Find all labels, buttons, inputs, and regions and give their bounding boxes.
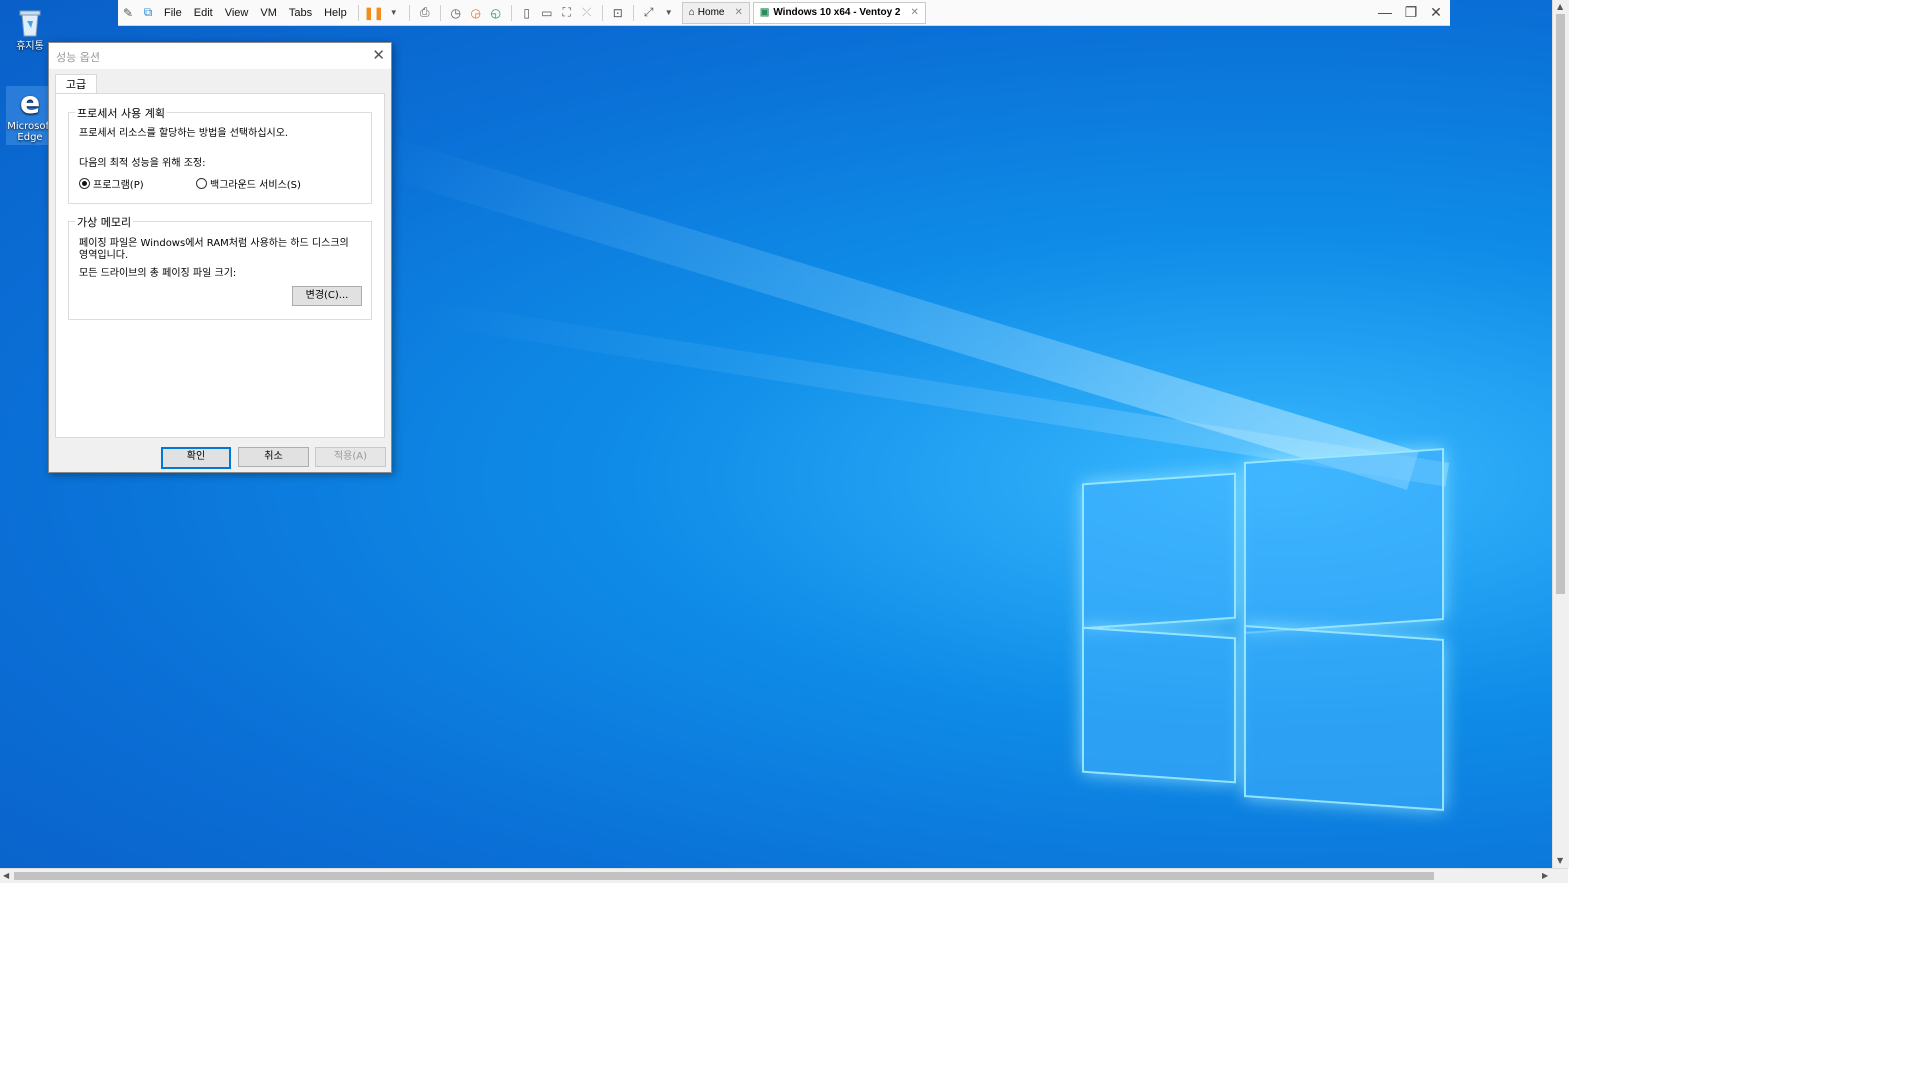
tab-windows-10-vm[interactable]: ▣ Windows 10 x64 - Ventoy 2 ✕ [752, 1, 926, 24]
virtual-memory-description-cont: 영역입니다. [79, 250, 129, 261]
menu-help[interactable]: Help [318, 7, 353, 19]
dialog-titlebar[interactable]: 성능 옵션 ✕ [49, 43, 391, 69]
menu-vm[interactable]: VM [254, 7, 283, 19]
total-paging-size-label: 모든 드라이브의 총 페이징 파일 크기: [79, 268, 237, 279]
tab-label: Home [697, 7, 725, 18]
radio-label: 백그라운드 서비스(S) [210, 180, 301, 191]
minimize-icon[interactable]: — [1374, 2, 1396, 22]
edge-shortcut[interactable]: e Microsoft Edge [6, 86, 54, 145]
pin-icon[interactable]: ✎ [118, 3, 138, 23]
chevron-right-icon[interactable]: ▶ [1542, 871, 1548, 880]
separator [439, 4, 441, 21]
dialog-title: 성능 옵션 [56, 51, 100, 64]
snapshot-icon[interactable]: ◷ [446, 3, 466, 23]
vmware-logo-icon: ⧉ [143, 5, 153, 19]
cancel-button[interactable]: 취소 [238, 447, 309, 467]
group-title: 프로세서 사용 계획 [75, 105, 167, 121]
tab-home[interactable]: ⌂ Home ✕ [681, 1, 750, 24]
close-window-icon[interactable]: ✕ [1425, 2, 1447, 22]
show-library-icon[interactable]: ▯ [517, 3, 537, 23]
separator [510, 4, 512, 21]
close-icon[interactable]: ✕ [372, 46, 385, 64]
tab-advanced[interactable]: 고급 [55, 74, 97, 95]
ok-button[interactable]: 확인 [161, 447, 231, 469]
recycle-bin-icon [14, 6, 46, 38]
pause-icon[interactable]: ❚❚ [364, 3, 384, 23]
scrollbar-thumb[interactable] [14, 872, 1434, 880]
separator [408, 4, 410, 21]
vmware-toolbar: ✎ ⧉ File Edit View VM Tabs Help ❚❚ ▼ ⎙ ◷… [118, 0, 1450, 26]
processor-description: 프로세서 리소스를 할당하는 방법을 선택하십시오. [79, 128, 289, 139]
unity-icon[interactable]: ⤫ [577, 3, 597, 23]
radio-programs[interactable]: 프로그램(P) [79, 176, 144, 191]
desktop-icon-label: 휴지통 [16, 41, 44, 52]
separator [601, 4, 603, 21]
send-ctrl-alt-del-icon[interactable]: ⎙ [415, 3, 435, 23]
menu-edit[interactable]: Edit [188, 7, 219, 19]
change-button[interactable]: 변경(C)... [292, 286, 362, 306]
windows-logo-pane [1244, 448, 1444, 634]
windows-logo-pane [1082, 626, 1236, 784]
performance-options-dialog: 성능 옵션 ✕ 고급 프로세서 사용 계획 프로세서 리소스를 할당하는 방법을… [48, 42, 392, 473]
tab-label: Windows 10 x64 - Ventoy 2 [773, 7, 901, 18]
separator [632, 4, 634, 21]
apply-button[interactable]: 적용(A) [315, 447, 386, 467]
home-icon: ⌂ [688, 7, 695, 18]
radio-unselected-icon [196, 178, 207, 189]
vertical-scrollbar[interactable]: ▲ ▼ [1552, 0, 1569, 868]
close-icon[interactable]: ✕ [911, 7, 919, 18]
stretch-icon[interactable]: ⤢ [639, 3, 659, 23]
virtual-memory-group: 가상 메모리 페이징 파일은 Windows에서 RAM처럼 사용하는 하드 디… [68, 214, 372, 320]
chevron-down-icon[interactable]: ▼ [1557, 856, 1563, 865]
scrollbar-thumb[interactable] [1556, 14, 1565, 594]
edge-icon: e [14, 86, 46, 121]
console-icon[interactable]: ⊡ [608, 3, 628, 23]
radio-label: 프로그램(P) [93, 180, 144, 191]
menu-view[interactable]: View [219, 7, 255, 19]
restore-icon[interactable]: ❐ [1400, 2, 1422, 22]
chevron-down-icon[interactable]: ▼ [659, 3, 679, 23]
chevron-left-icon[interactable]: ◀ [3, 871, 9, 880]
processor-scheduling-group: 프로세서 사용 계획 프로세서 리소스를 할당하는 방법을 선택하십시오. 다음… [68, 105, 372, 204]
full-screen-icon[interactable]: ⛶ [557, 3, 577, 23]
snapshot-manager-icon[interactable]: ◵ [486, 3, 506, 23]
windows-logo-pane [1244, 625, 1444, 811]
chevron-up-icon[interactable]: ▲ [1557, 2, 1563, 11]
horizontal-scrollbar[interactable]: ◀ ▶ [0, 868, 1568, 883]
group-title: 가상 메모리 [75, 214, 134, 230]
chevron-down-icon[interactable]: ▼ [384, 3, 404, 23]
tab-panel: 프로세서 사용 계획 프로세서 리소스를 할당하는 방법을 선택하십시오. 다음… [55, 93, 385, 438]
vm-icon: ▣ [759, 7, 770, 18]
windows-logo-pane [1082, 472, 1236, 630]
revert-snapshot-icon[interactable]: ◶ [466, 3, 486, 23]
radio-background-services[interactable]: 백그라운드 서비스(S) [196, 176, 301, 191]
thumbnail-bar-icon[interactable]: ▭ [537, 3, 557, 23]
adjust-label: 다음의 최적 성능을 위해 조정: [79, 158, 206, 169]
radio-selected-icon [79, 178, 90, 189]
svg-text:e: e [20, 86, 40, 118]
recycle-bin-shortcut[interactable]: 휴지통 [6, 6, 54, 52]
separator [357, 4, 359, 21]
menu-tabs[interactable]: Tabs [283, 7, 318, 19]
close-icon[interactable]: ✕ [734, 7, 742, 18]
desktop-icon-label: Microsoft Edge [7, 121, 53, 143]
menu-file[interactable]: File [158, 7, 188, 19]
